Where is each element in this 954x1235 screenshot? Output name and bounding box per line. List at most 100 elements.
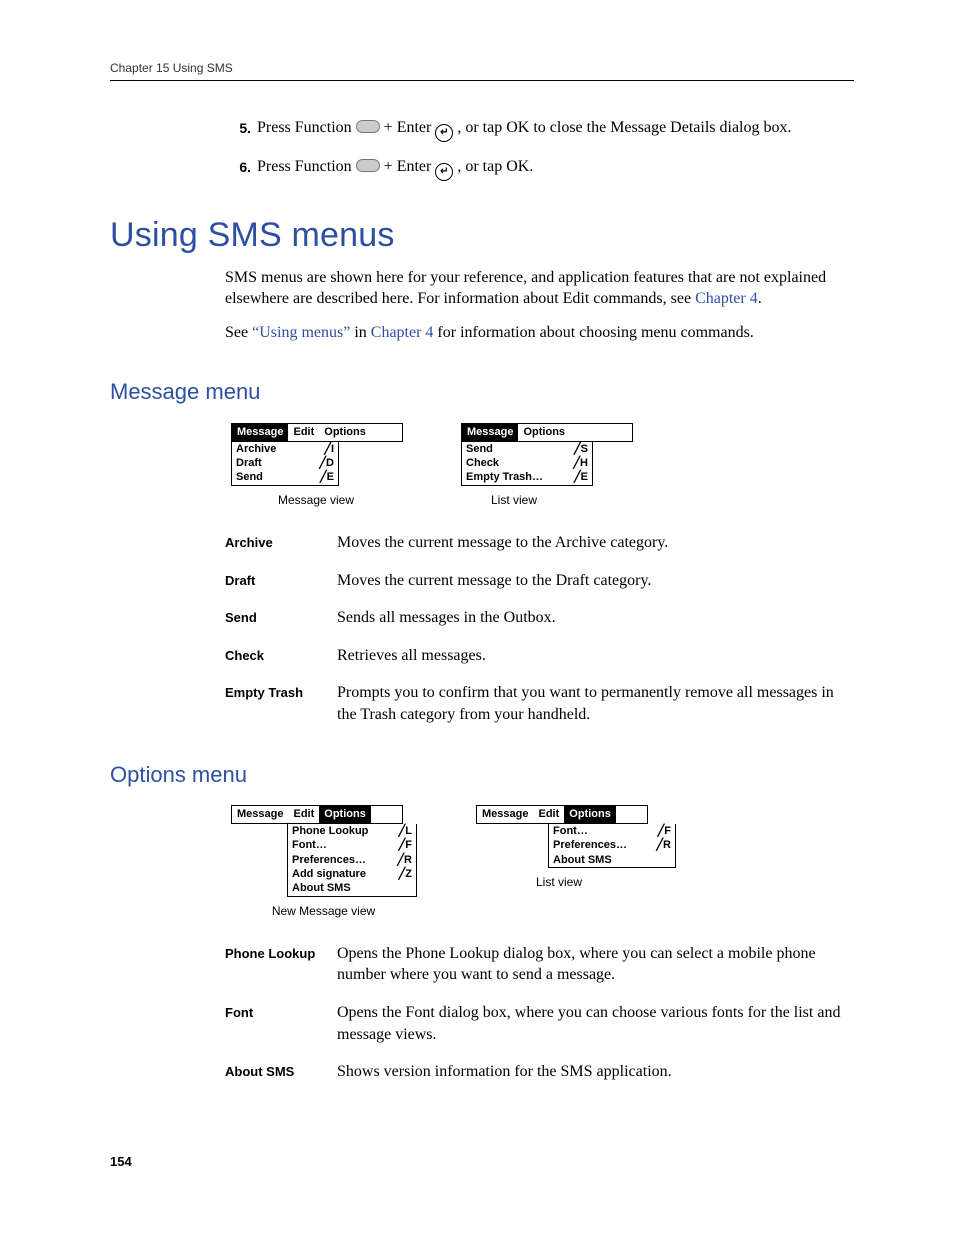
step-number: 5.	[225, 117, 257, 138]
menu-item: Phone Lookup╱L	[288, 824, 416, 838]
menu-label: Archive	[236, 442, 276, 456]
shortcut-key: F	[664, 825, 671, 837]
shortcut-key: S	[581, 443, 588, 455]
step-text: Press Function + Enter ↵ , or tap OK to …	[257, 117, 854, 142]
shortcut: ╱Z	[399, 867, 412, 881]
menu-item: Preferences…╱R	[288, 853, 416, 867]
menubar-item: Message	[462, 424, 518, 441]
enter-key-icon: ↵	[435, 163, 453, 181]
definition-row: Empty Trash Prompts you to confirm that …	[225, 682, 854, 725]
message-menu-definitions: Archive Moves the current message to the…	[225, 532, 854, 726]
definition-row: Check Retrieves all messages.	[225, 645, 854, 667]
text: .	[758, 290, 762, 307]
menu-item: Preferences… ╱R	[549, 838, 675, 852]
text: + Enter	[384, 119, 436, 136]
palm-dropdown: Send╱S Check ╱H Empty Trash… ╱E	[461, 442, 593, 486]
menubar-item: Message	[477, 806, 533, 823]
step-5: 5. Press Function + Enter ↵ , or tap OK …	[225, 117, 854, 142]
menu-item: Add signature ╱Z	[288, 867, 416, 881]
menu-label: Preferences…	[292, 853, 366, 867]
screenshot-row: Message Edit Options Archive╱I Draft╱D S…	[231, 423, 854, 508]
definition-description: Prompts you to confirm that you want to …	[337, 682, 854, 725]
shortcut: ╱R	[656, 838, 671, 852]
menu-label: About SMS	[292, 881, 351, 895]
function-key-icon	[356, 159, 380, 172]
definition-row: Send Sends all messages in the Outbox.	[225, 607, 854, 629]
screenshot-list-view: Message Edit Options Font… ╱F Preferences…	[476, 805, 676, 919]
shortcut: ╱S	[574, 442, 588, 456]
link-chapter-4[interactable]: Chapter 4	[371, 324, 434, 341]
step-text: Press Function + Enter ↵ , or tap OK.	[257, 156, 854, 181]
menu-label: Check	[466, 456, 499, 470]
menu-item: Font… ╱F	[288, 838, 416, 852]
step-6: 6. Press Function + Enter ↵ , or tap OK.	[225, 156, 854, 181]
definition-description: Opens the Phone Lookup dialog box, where…	[337, 943, 854, 986]
definition-description: Retrieves all messages.	[337, 645, 854, 667]
shortcut-key: I	[331, 443, 334, 455]
text: See	[225, 324, 252, 341]
shortcut: ╱F	[658, 824, 671, 838]
menubar-item: Options	[319, 806, 371, 823]
screenshot-caption: List view	[536, 874, 676, 890]
palm-menubar: Message Edit Options	[231, 805, 403, 824]
definition-description: Opens the Font dialog box, where you can…	[337, 1002, 854, 1045]
text: + Enter	[384, 158, 436, 175]
menubar-item: Edit	[288, 806, 319, 823]
shortcut: ╱F	[399, 838, 412, 852]
screenshot-row: Message Edit Options Phone Lookup╱L Font…	[231, 805, 854, 919]
subheading-message-menu: Message menu	[110, 377, 854, 407]
palm-menubar: Message Edit Options	[231, 423, 403, 442]
menu-item: Font… ╱F	[549, 824, 675, 838]
step-number: 6.	[225, 156, 257, 177]
link-chapter-4[interactable]: Chapter 4	[695, 290, 758, 307]
palm-menubar: Message Edit Options	[476, 805, 648, 824]
definition-term: Archive	[225, 532, 337, 552]
shortcut-key: E	[327, 471, 334, 483]
screenshot-new-message-view: Message Edit Options Phone Lookup╱L Font…	[231, 805, 416, 919]
menu-item: Draft╱D	[232, 456, 338, 470]
shortcut: ╱L	[399, 824, 412, 838]
menubar-item: Options	[518, 424, 570, 441]
menubar-item: Options	[564, 806, 616, 823]
shortcut-key: F	[405, 839, 412, 851]
screenshot-caption: List view	[491, 492, 631, 508]
function-key-icon	[356, 120, 380, 133]
menu-label: About SMS	[553, 853, 612, 867]
palm-dropdown: Phone Lookup╱L Font… ╱F Preferences…╱R Ad…	[287, 824, 417, 896]
menu-item: Send╱S	[462, 442, 592, 456]
definition-row: About SMS Shows version information for …	[225, 1061, 854, 1083]
text: , or tap OK to close the Message Details…	[457, 119, 791, 136]
link-using-menus[interactable]: “Using menus”	[252, 324, 350, 341]
section-heading: Using SMS menus	[110, 213, 854, 259]
menu-item: About SMS	[288, 881, 416, 895]
menu-label: Font…	[292, 838, 327, 852]
screenshot-message-view: Message Edit Options Archive╱I Draft╱D S…	[231, 423, 401, 508]
menu-label: Add signature	[292, 867, 366, 881]
shortcut-key: L	[405, 825, 412, 837]
palm-dropdown: Font… ╱F Preferences… ╱R About SMS	[548, 824, 676, 868]
menu-label: Empty Trash…	[466, 470, 543, 484]
definition-row: Phone Lookup Opens the Phone Lookup dial…	[225, 943, 854, 986]
shortcut-key: H	[580, 457, 588, 469]
text: for information about choosing menu comm…	[433, 324, 753, 341]
definition-row: Archive Moves the current message to the…	[225, 532, 854, 554]
text: Press Function	[257, 119, 356, 136]
definition-term: Empty Trash	[225, 682, 337, 702]
menu-item: About SMS	[549, 853, 675, 867]
enter-key-icon: ↵	[435, 124, 453, 142]
menu-label: Font…	[553, 824, 588, 838]
shortcut: ╱H	[573, 456, 588, 470]
running-header: Chapter 15 Using SMS	[110, 60, 854, 81]
shortcut-key: R	[663, 839, 671, 851]
menubar-item: Message	[232, 424, 288, 441]
screenshot-caption: New Message view	[231, 903, 416, 919]
menu-label: Preferences…	[553, 838, 627, 852]
shortcut: ╱E	[574, 470, 588, 484]
definition-description: Moves the current message to the Draft c…	[337, 570, 854, 592]
definition-term: Phone Lookup	[225, 943, 337, 963]
menu-label: Draft	[236, 456, 262, 470]
palm-dropdown: Archive╱I Draft╱D Send╱E	[231, 442, 339, 486]
text: Press Function	[257, 158, 356, 175]
page-number: 154	[110, 1153, 854, 1171]
menu-item: Check ╱H	[462, 456, 592, 470]
